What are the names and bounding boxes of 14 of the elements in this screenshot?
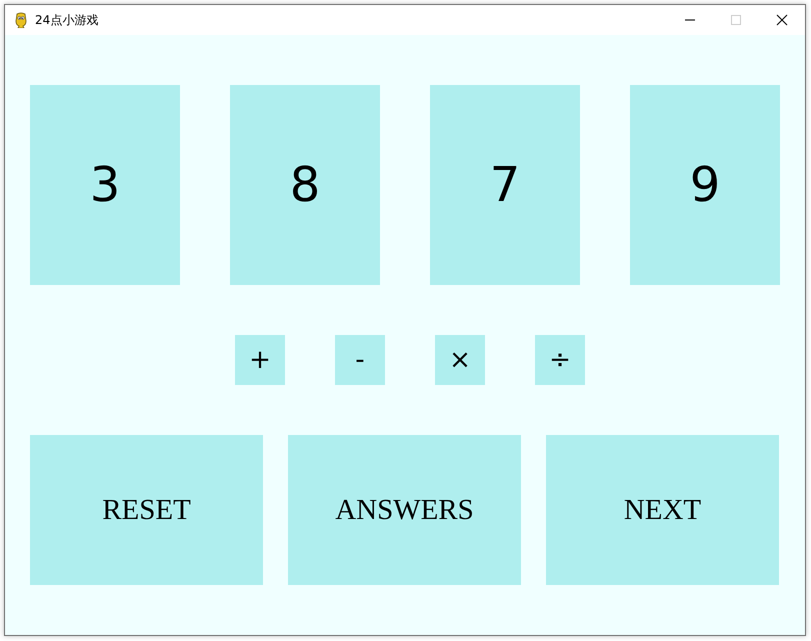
operator-button[interactable]: ÷ [535, 335, 585, 385]
number-card[interactable]: 7 [430, 85, 580, 285]
operator-button[interactable]: - [335, 335, 385, 385]
close-icon[interactable] [777, 15, 787, 25]
operator-button[interactable]: + [235, 335, 285, 385]
number-card[interactable]: 9 [630, 85, 780, 285]
window-title: 24点小游戏 [35, 12, 98, 28]
number-card[interactable]: 3 [30, 85, 180, 285]
number-card[interactable]: 8 [230, 85, 380, 285]
action-button[interactable]: NEXT [546, 435, 779, 585]
operator-button[interactable]: × [435, 335, 485, 385]
action-button[interactable]: RESET [30, 435, 263, 585]
action-button[interactable]: ANSWERS [288, 435, 521, 585]
mascot-icon [13, 12, 29, 28]
